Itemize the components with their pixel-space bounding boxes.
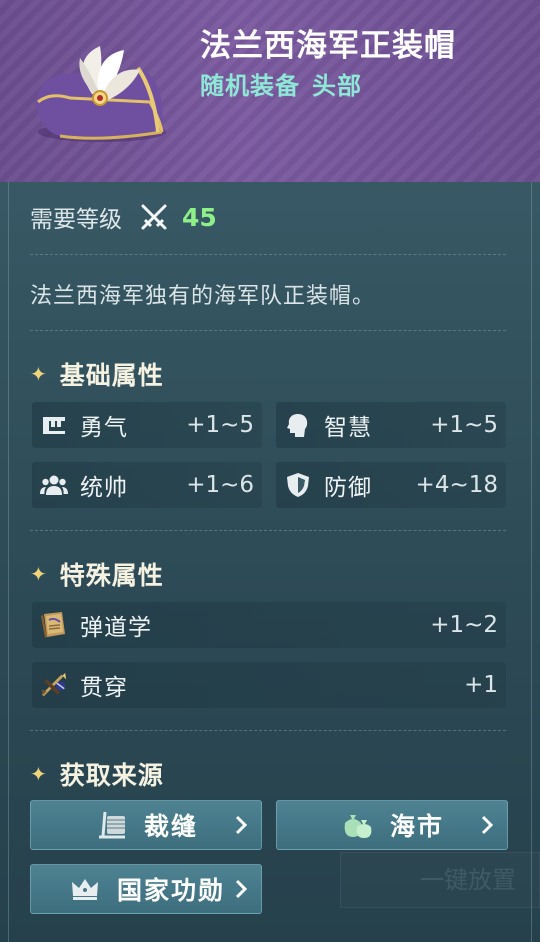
stat-value: +1~6 bbox=[186, 472, 254, 498]
special-stats-title-text: 特殊属性 bbox=[59, 561, 164, 590]
stat-value: +1~2 bbox=[430, 612, 498, 638]
divider bbox=[30, 730, 506, 731]
stat-name: 弹道学 bbox=[80, 615, 152, 641]
background-ghost-text: 一键放置 bbox=[420, 866, 516, 894]
requirement-label: 需要等级 bbox=[30, 207, 122, 233]
shield-icon bbox=[284, 471, 312, 499]
command-people-icon bbox=[40, 471, 68, 499]
base-stats-title: ✦ 基础属性 bbox=[30, 356, 164, 392]
penetration-arrow-icon bbox=[40, 671, 68, 699]
divider bbox=[30, 530, 506, 531]
sources-title: ✦ 获取来源 bbox=[30, 756, 164, 792]
source-button-national-merit[interactable]: 国家功勋 bbox=[30, 864, 262, 914]
chevron-right-icon bbox=[481, 815, 494, 835]
ballistics-book-icon bbox=[40, 611, 68, 639]
stat-name: 勇气 bbox=[80, 415, 128, 441]
base-stats-title-text: 基础属性 bbox=[59, 361, 164, 390]
source-label: 国家功勋 bbox=[116, 876, 225, 905]
stat-value: +4~18 bbox=[415, 472, 498, 498]
stat-value: +1 bbox=[464, 672, 498, 698]
stat-command: 统帅 +1~6 bbox=[32, 462, 262, 508]
stat-courage: 勇气 +1~5 bbox=[32, 402, 262, 448]
courage-icon bbox=[40, 411, 68, 439]
stat-name: 贯穿 bbox=[80, 675, 128, 701]
divider bbox=[30, 254, 506, 255]
chevron-right-icon bbox=[235, 815, 248, 835]
stat-defense: 防御 +4~18 bbox=[276, 462, 506, 508]
tailoring-icon bbox=[94, 810, 130, 840]
level-requirement: 需要等级 45 bbox=[30, 200, 217, 234]
required-level-value: 45 bbox=[182, 202, 217, 232]
item-image-hat-icon bbox=[36, 46, 166, 142]
source-button-market[interactable]: 海市 bbox=[276, 800, 508, 850]
sparkle-icon: ✦ bbox=[30, 562, 48, 586]
source-label: 裁缝 bbox=[143, 812, 198, 841]
item-header: 法兰西海军正装帽 随机装备 头部 bbox=[0, 0, 540, 182]
stat-ballistics: 弹道学 +1~2 bbox=[32, 602, 506, 648]
source-label: 海市 bbox=[389, 812, 444, 841]
item-category: 随机装备 bbox=[200, 72, 300, 100]
stat-penetration: 贯穿 +1 bbox=[32, 662, 506, 708]
sources-title-text: 获取来源 bbox=[59, 761, 164, 790]
divider bbox=[30, 330, 506, 331]
crossed-swords-icon bbox=[141, 204, 167, 230]
sparkle-icon: ✦ bbox=[30, 762, 48, 786]
source-button-tailor[interactable]: 裁缝 bbox=[30, 800, 262, 850]
stat-name: 统帅 bbox=[80, 475, 128, 501]
item-name: 法兰西海军正装帽 bbox=[200, 28, 456, 64]
stat-value: +1~5 bbox=[186, 412, 254, 438]
chevron-right-icon bbox=[235, 879, 248, 899]
wisdom-head-icon bbox=[284, 411, 312, 439]
money-bags-icon bbox=[340, 810, 376, 840]
sparkle-icon: ✦ bbox=[30, 362, 48, 386]
item-slot: 头部 bbox=[312, 72, 362, 100]
stat-value: +1~5 bbox=[430, 412, 498, 438]
item-type: 随机装备 头部 bbox=[200, 66, 362, 101]
stat-name: 防御 bbox=[324, 475, 372, 501]
stat-wisdom: 智慧 +1~5 bbox=[276, 402, 506, 448]
item-description: 法兰西海军独有的海军队正装帽。 bbox=[30, 284, 376, 309]
stat-name: 智慧 bbox=[324, 415, 372, 441]
special-stats-title: ✦ 特殊属性 bbox=[30, 556, 164, 592]
crown-icon bbox=[67, 874, 103, 904]
